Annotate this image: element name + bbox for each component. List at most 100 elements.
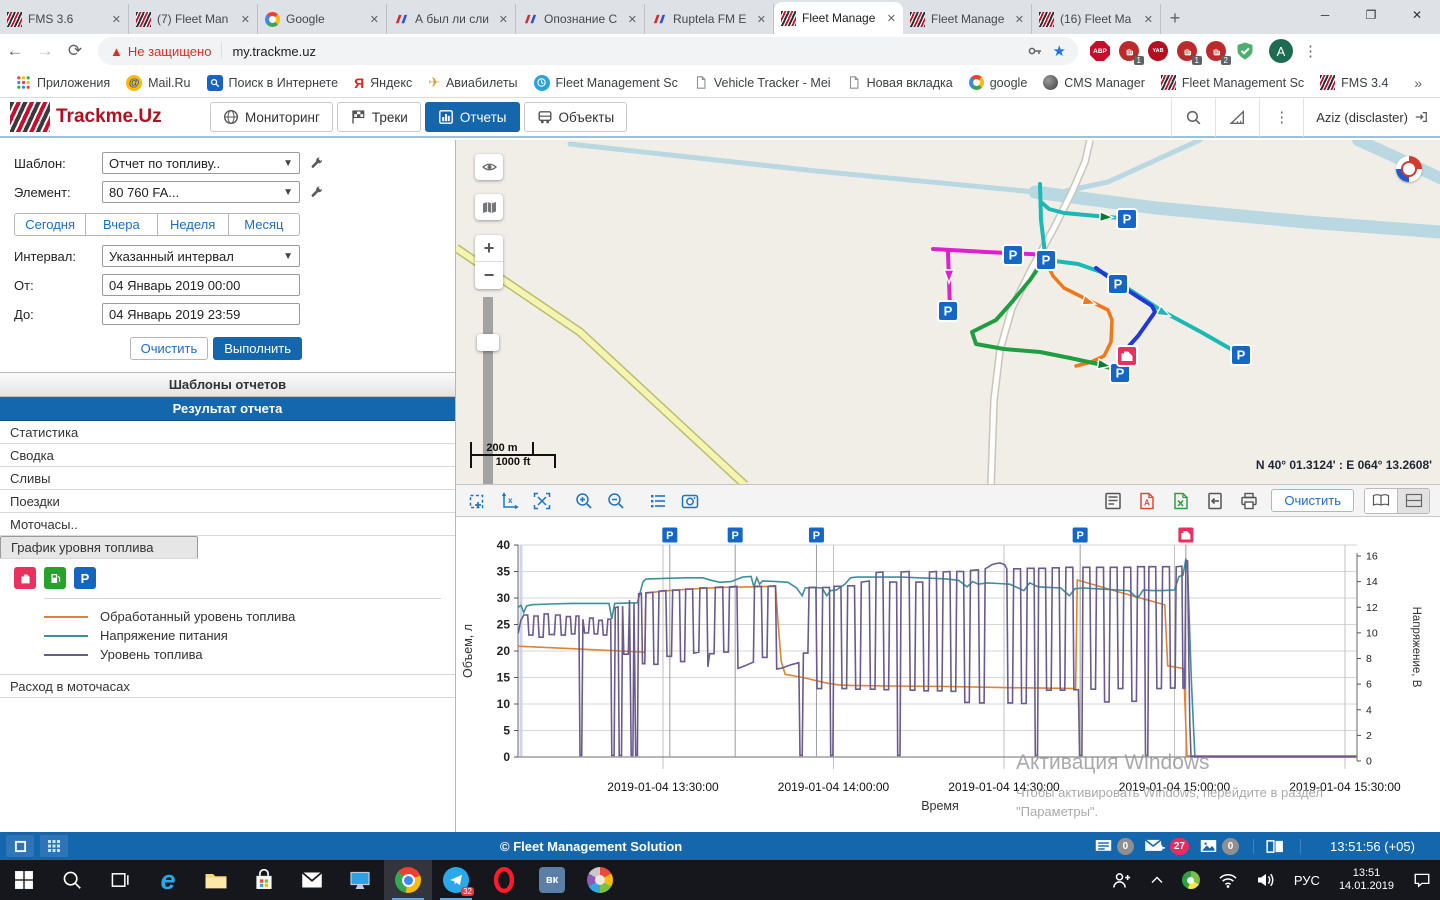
tray-antivirus-icon[interactable]	[1173, 860, 1209, 900]
window-restore-button[interactable]: ❐	[1348, 0, 1394, 30]
clear-form-button[interactable]: Очистить	[130, 337, 209, 360]
taskbar-clock[interactable]: 13:5114.01.2019	[1329, 867, 1404, 893]
quick-range-button[interactable]: Вчера	[86, 213, 157, 236]
element-select[interactable]: 80 760 FA...▼	[102, 181, 300, 203]
parking-event-marker[interactable]: P	[808, 527, 825, 544]
tab-close-icon[interactable]: ✕	[499, 13, 508, 26]
url-text[interactable]: my.trackme.uz	[232, 44, 1026, 59]
panel-layout-icon[interactable]	[1253, 839, 1284, 854]
from-date-input[interactable]: 04 Январь 2019 00:00	[102, 274, 300, 296]
map-layers-button[interactable]	[475, 194, 503, 220]
parking-event-marker[interactable]: P	[1072, 527, 1089, 544]
map-attribution-logo-icon[interactable]	[1396, 156, 1422, 182]
tab-close-icon[interactable]: ✕	[112, 13, 121, 26]
parking-marker[interactable]: P	[1003, 245, 1023, 265]
map-view[interactable]: PPPPPPP + − 200 m 1000 ft N 40° 01.3124'…	[456, 140, 1440, 485]
report-section-item[interactable]: Моточасы..	[0, 513, 455, 536]
bookmark-item[interactable]: Fleet Management Sc	[1155, 72, 1310, 93]
bookmark-item[interactable]: FMS 3.4	[1314, 72, 1394, 93]
taskbar-search-icon[interactable]	[48, 860, 96, 900]
shield-check-extension-icon[interactable]	[1235, 41, 1255, 61]
template-settings-wrench-icon[interactable]	[308, 155, 324, 171]
search-icon[interactable]	[1171, 97, 1215, 137]
address-bar[interactable]: ▲ Не защищено my.trackme.uz ★	[98, 37, 1078, 65]
taskbar-explorer-icon[interactable]	[192, 860, 240, 900]
browser-tab[interactable]: Ruptela FM E✕	[645, 4, 774, 34]
abp-extension-icon[interactable]: ABP	[1090, 41, 1110, 61]
report-section-item[interactable]: Сливы	[0, 467, 455, 490]
browser-tab[interactable]: Google✕	[258, 4, 387, 34]
tab-close-icon[interactable]: ✕	[370, 13, 379, 26]
browser-tab[interactable]: (7) Fleet Man✕	[129, 4, 258, 34]
report-section-item[interactable]: Поездки	[0, 490, 455, 513]
report-result-header[interactable]: Результат отчета	[0, 397, 455, 421]
nav-report[interactable]: Отчеты	[425, 102, 520, 132]
parking-marker[interactable]: P	[1108, 274, 1128, 294]
taskbar-vk-icon[interactable]: вк	[528, 860, 576, 900]
bookmark-item[interactable]: Приложения	[10, 72, 116, 93]
profile-avatar[interactable]: A	[1269, 39, 1293, 63]
report-templates-header[interactable]: Шаблоны отчетов	[0, 373, 455, 397]
tray-volume-icon[interactable]	[1247, 860, 1285, 900]
bookmark-item[interactable]: Fleet Management Sc	[528, 72, 684, 94]
tray-wifi-icon[interactable]	[1209, 860, 1247, 900]
zoom-in-chart-icon[interactable]	[572, 489, 596, 513]
bookmark-item[interactable]: @Mail.Ru	[120, 72, 196, 94]
fuel-marker[interactable]	[1117, 346, 1137, 366]
map-visibility-eye-button[interactable]	[475, 154, 503, 180]
tab-close-icon[interactable]: ✕	[628, 13, 637, 26]
bookmark-item[interactable]: CMS Manager	[1037, 72, 1151, 93]
hand-extension-icon[interactable]: 2	[1206, 41, 1226, 61]
tab-close-icon[interactable]: ✕	[241, 13, 250, 26]
export-excel-icon[interactable]	[1169, 489, 1193, 513]
window-close-button[interactable]: ✕	[1394, 0, 1440, 30]
parking-event-marker[interactable]: P	[661, 527, 678, 544]
taskbar-edge-icon[interactable]: e	[144, 860, 192, 900]
zoom-in-button[interactable]: +	[475, 235, 503, 262]
bookmark-item[interactable]: google	[963, 72, 1034, 93]
nav-globe[interactable]: Мониторинг	[210, 102, 333, 132]
quick-range-button[interactable]: Неделя	[158, 213, 229, 236]
mail-status-icon[interactable]: 27	[1144, 838, 1189, 855]
report-section-consumption[interactable]: Расход в моточасах	[0, 675, 455, 698]
browser-tab[interactable]: (16) Fleet Ma✕	[1032, 4, 1161, 34]
hand-extension-icon[interactable]: 1	[1177, 41, 1197, 61]
new-tab-button[interactable]: +	[1161, 4, 1189, 32]
browser-tab[interactable]: Fleet Manage✕	[903, 4, 1032, 34]
fuel-chart[interactable]: 2019-01-04 13:30:002019-01-04 14:00:0020…	[456, 517, 1440, 831]
monitor-status-icon[interactable]: 0	[1094, 838, 1134, 855]
run-report-button[interactable]: Выполнить	[213, 337, 302, 360]
zoom-x-axis-icon[interactable]: x	[498, 489, 522, 513]
map-zoom-slider-handle[interactable]	[477, 334, 499, 351]
yab-extension-icon[interactable]: YAB	[1148, 41, 1168, 61]
browser-tab[interactable]: Опознание С✕	[516, 4, 645, 34]
bookmark-item[interactable]: ЯЯндекс	[348, 72, 418, 94]
forward-icon[interactable]: →	[30, 36, 60, 66]
bookmark-item[interactable]: Поиск в Интернете	[201, 72, 345, 94]
layout-grid-icon[interactable]	[40, 835, 68, 857]
bookmark-item[interactable]: Vehicle Tracker - Mei	[688, 72, 837, 93]
zoom-reset-icon[interactable]	[530, 489, 554, 513]
browser-tab[interactable]: Fleet Manage✕	[774, 2, 903, 34]
browser-tab[interactable]: А был ли сли✕	[387, 4, 516, 34]
nav-bus[interactable]: Объекты	[524, 102, 628, 132]
layout-single-icon[interactable]	[6, 835, 34, 857]
quick-range-button[interactable]: Месяц	[229, 213, 300, 236]
security-warning-icon[interactable]: ▲	[110, 44, 123, 59]
clear-chart-button[interactable]: Очистить	[1271, 489, 1354, 512]
fuel-station-marker-icon[interactable]	[44, 567, 66, 589]
parking-marker-icon[interactable]: P	[74, 567, 96, 589]
bookmark-star-icon[interactable]: ★	[1053, 42, 1066, 60]
ruler-icon[interactable]	[1215, 97, 1259, 137]
parking-marker[interactable]: P	[1231, 345, 1251, 365]
bookmarks-overflow-button[interactable]: »	[1406, 75, 1430, 91]
tab-close-icon[interactable]: ✕	[1015, 13, 1024, 26]
tab-close-icon[interactable]: ✕	[757, 13, 766, 26]
window-minimize-button[interactable]: ─	[1302, 0, 1348, 30]
taskbar-start-icon[interactable]	[0, 860, 48, 900]
back-icon[interactable]: ←	[0, 36, 30, 66]
language-indicator[interactable]: РУС	[1285, 860, 1329, 900]
hand-extension-icon[interactable]: 1	[1119, 41, 1139, 61]
quick-range-button[interactable]: Сегодня	[14, 213, 86, 236]
bookmark-item[interactable]: Новая вкладка	[841, 72, 959, 93]
